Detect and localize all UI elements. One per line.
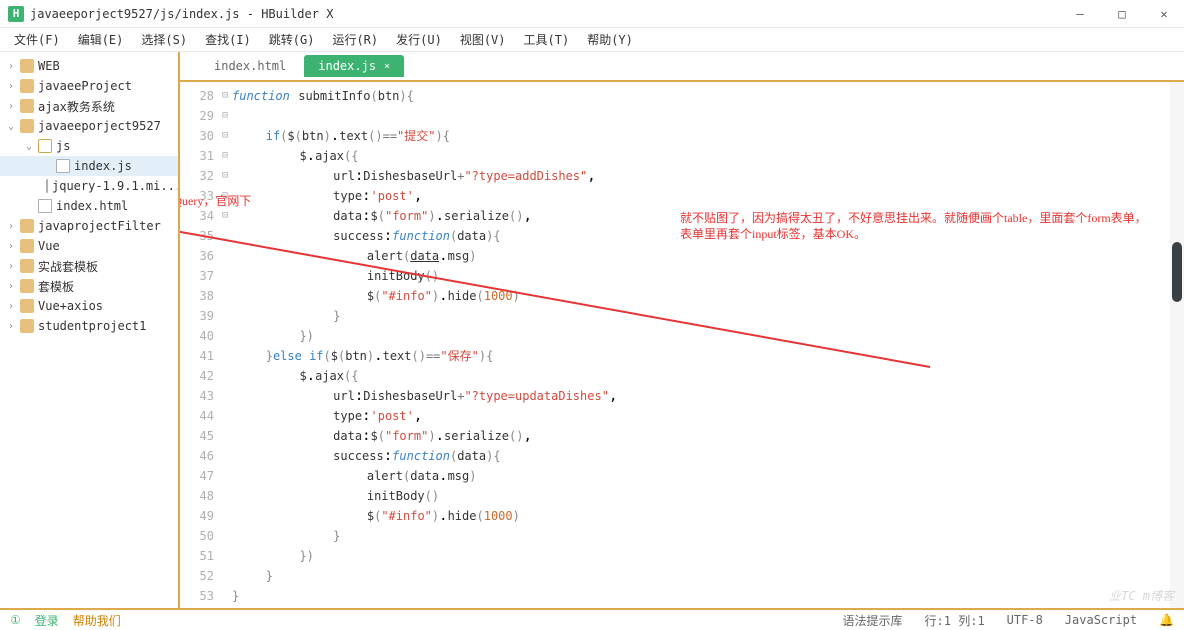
window-title: javaeeporject9527/js/index.js - HBuilder…: [30, 7, 1068, 21]
tree-label: 实战套模板: [38, 258, 98, 275]
tree-label: js: [56, 139, 70, 153]
tree-label: 套模板: [38, 278, 74, 295]
annotation-jquery: jQuery，官网下: [180, 192, 251, 209]
expand-icon[interactable]: ›: [6, 61, 16, 72]
tree-row[interactable]: index.html: [0, 196, 178, 216]
close-button[interactable]: ✕: [1152, 7, 1176, 21]
expand-icon[interactable]: ›: [6, 281, 16, 292]
folder-icon: [20, 99, 34, 113]
expand-icon[interactable]: ›: [6, 81, 16, 92]
menu-item[interactable]: 文件(F): [6, 29, 68, 50]
tree-label: WEB: [38, 59, 60, 73]
menu-item[interactable]: 查找(I): [197, 29, 259, 50]
bell-icon[interactable]: 🔔: [1159, 613, 1174, 627]
folder-icon: [20, 119, 34, 133]
menu-item[interactable]: 帮助(Y): [579, 29, 641, 50]
tree-row[interactable]: jquery-1.9.1.mi...: [0, 176, 178, 196]
tree-row[interactable]: › studentproject1: [0, 316, 178, 336]
expand-icon[interactable]: ›: [6, 321, 16, 332]
expand-icon[interactable]: ›: [6, 101, 16, 112]
tree-label: javaprojectFilter: [38, 219, 161, 233]
tree-row[interactable]: index.js: [0, 156, 178, 176]
menu-item[interactable]: 跳转(G): [261, 29, 323, 50]
tree-label: index.html: [56, 199, 128, 213]
file-icon: [38, 199, 52, 213]
tree-label: studentproject1: [38, 319, 146, 333]
window-controls: — □ ✕: [1068, 7, 1176, 21]
tree-row[interactable]: › javaeeProject: [0, 76, 178, 96]
editor-tab[interactable]: index.html: [200, 55, 300, 77]
menu-item[interactable]: 运行(R): [324, 29, 386, 50]
app-logo-icon: H: [8, 6, 24, 22]
tree-row[interactable]: ⌄ js: [0, 136, 178, 156]
file-icon: [46, 179, 48, 193]
folder-icon: [20, 299, 34, 313]
cursor-position: 行:1 列:1: [925, 612, 985, 629]
encoding-button[interactable]: UTF-8: [1007, 613, 1043, 627]
folder-icon: [20, 259, 34, 273]
folder-icon: [20, 239, 34, 253]
folder-icon: [20, 79, 34, 93]
menu-item[interactable]: 编辑(E): [70, 29, 132, 50]
tree-label: javaeeporject9527: [38, 119, 161, 133]
login-button[interactable]: 登录: [35, 612, 59, 629]
tree-label: ajax教务系统: [38, 98, 115, 115]
tree-label: jquery-1.9.1.mi...: [52, 179, 178, 193]
editor-tab[interactable]: index.js ×: [304, 55, 404, 77]
editor-tabs: index.html index.js ×: [180, 52, 1184, 82]
help-us-link[interactable]: 帮助我们: [73, 612, 121, 629]
menu-item[interactable]: 发行(U): [388, 29, 450, 50]
editor-pane: index.html index.js × 28 29 30 31 32 33 34…: [180, 52, 1184, 608]
syntax-lib-button[interactable]: 语法提示库: [843, 612, 903, 629]
folder-icon: [20, 279, 34, 293]
tree-label: index.js: [74, 159, 132, 173]
scrollbar-thumb[interactable]: [1172, 242, 1182, 302]
tab-label: index.js: [318, 59, 376, 73]
watermark: 业TC m博客: [1109, 587, 1174, 604]
file-icon: [56, 159, 70, 173]
tree-row[interactable]: › 套模板: [0, 276, 178, 296]
titlebar: H javaeeporject9527/js/index.js - HBuild…: [0, 0, 1184, 28]
tree-row[interactable]: › 实战套模板: [0, 256, 178, 276]
tree-row[interactable]: › javaprojectFilter: [0, 216, 178, 236]
folder-icon: [20, 59, 34, 73]
tree-label: Vue+axios: [38, 299, 103, 313]
vertical-scrollbar[interactable]: [1170, 82, 1184, 608]
minimize-button[interactable]: —: [1068, 7, 1092, 21]
tree-row[interactable]: › ajax教务系统: [0, 96, 178, 116]
folder-o-icon: [38, 139, 52, 153]
tree-row[interactable]: › Vue+axios: [0, 296, 178, 316]
language-button[interactable]: JavaScript: [1065, 613, 1137, 627]
expand-icon[interactable]: ›: [6, 241, 16, 252]
project-sidebar[interactable]: › WEB › javaeeProject › ajax教务系统 ⌄ javaeeporjec…: [0, 52, 180, 608]
statusbar: ① 登录 帮助我们 语法提示库 行:1 列:1 UTF-8 JavaScript…: [0, 608, 1184, 630]
tree-row[interactable]: › Vue: [0, 236, 178, 256]
maximize-button[interactable]: □: [1110, 7, 1134, 21]
tree-row[interactable]: ⌄ javaeeporject9527: [0, 116, 178, 136]
menu-item[interactable]: 视图(V): [452, 29, 514, 50]
tree-row[interactable]: › WEB: [0, 56, 178, 76]
menu-item[interactable]: 工具(T): [516, 29, 578, 50]
tree-label: Vue: [38, 239, 60, 253]
folder-icon: [20, 219, 34, 233]
folder-icon: [20, 319, 34, 333]
tree-label: javaeeProject: [38, 79, 132, 93]
arrow-3-icon: [180, 217, 940, 377]
expand-icon[interactable]: ›: [6, 261, 16, 272]
expand-icon[interactable]: ›: [6, 301, 16, 312]
login-icon[interactable]: ①: [10, 613, 21, 627]
menu-item[interactable]: 选择(S): [133, 29, 195, 50]
expand-icon[interactable]: ⌄: [24, 141, 34, 152]
expand-icon[interactable]: ⌄: [6, 121, 16, 132]
close-tab-icon[interactable]: ×: [384, 61, 390, 72]
code-area[interactable]: 28 29 30 31 32 33 34 35 36 37 38 39 40 4…: [180, 82, 1184, 608]
expand-icon[interactable]: ›: [6, 221, 16, 232]
menubar: 文件(F)编辑(E)选择(S)查找(I)跳转(G)运行(R)发行(U)视图(V)…: [0, 28, 1184, 52]
tab-label: index.html: [214, 59, 286, 73]
